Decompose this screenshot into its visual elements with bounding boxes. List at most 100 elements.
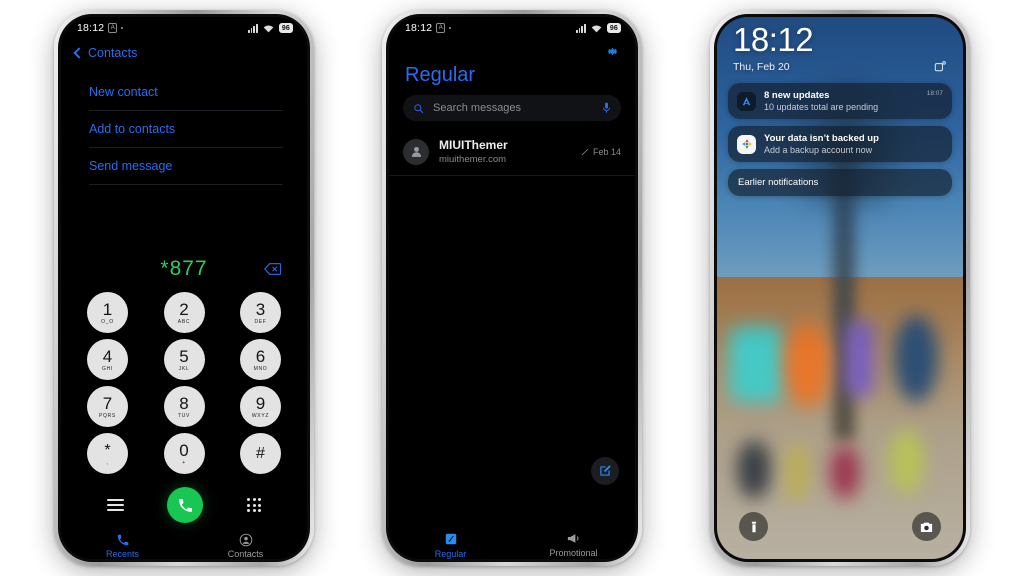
earlier-notifications-card[interactable]: Earlier notifications — [728, 169, 952, 196]
cast-device-icon[interactable] — [934, 60, 947, 73]
dialpad-toggle-icon[interactable] — [247, 498, 262, 512]
back-label: Contacts — [88, 46, 138, 60]
flashlight-icon — [751, 521, 756, 532]
key-letters: DEF — [254, 318, 267, 325]
key-2[interactable]: 2 ABC — [163, 292, 205, 333]
earlier-notifications-label: Earlier notifications — [738, 177, 819, 188]
bottom-nav: Regular Promotional — [389, 532, 635, 559]
regular-messages-icon — [445, 533, 456, 545]
avatar — [403, 138, 429, 165]
notification-text: Earlier notifications — [738, 177, 942, 188]
add-to-contacts-button[interactable]: Add to contacts — [89, 111, 283, 148]
key-digit: 0 — [179, 440, 189, 460]
key-7[interactable]: 7 PQRS — [87, 386, 128, 427]
key-digit: # — [256, 444, 265, 462]
camera-shortcut[interactable] — [912, 512, 941, 541]
lockscreen: 18:12 Thu, Feb 20 8 new updates 10 updat… — [717, 17, 963, 559]
chevron-left-icon — [73, 47, 85, 59]
dialpad-row: 4 GHI 5 JKL 6 MNO — [87, 339, 281, 380]
key-letters: MNO — [253, 365, 268, 372]
call-button[interactable] — [167, 487, 204, 523]
tab-recents[interactable]: Recents — [61, 533, 184, 559]
key-letters: ABC — [177, 318, 191, 325]
tab-contacts[interactable]: Contacts — [184, 533, 307, 559]
phone-device-lockscreen: 18:12 Thu, Feb 20 8 new updates 10 updat… — [710, 10, 970, 566]
key-hash[interactable]: # — [240, 433, 281, 474]
app-store-icon — [737, 91, 756, 111]
phone-screen-messages: 18:12 A 96 Regular Search messages MIUIT… — [389, 17, 635, 559]
phone-screen-dialer: 18:12 A 96 Contacts New contact Add to c… — [61, 17, 307, 559]
status-dot-icon — [449, 27, 452, 29]
key-0[interactable]: 0 + — [163, 433, 205, 474]
phone-screen-lockscreen: 18:12 Thu, Feb 20 8 new updates 10 updat… — [717, 17, 963, 559]
dialpad-row: 1 O_O 2 ABC 3 DEF — [87, 292, 281, 333]
key-digit: 8 — [179, 393, 189, 413]
back-to-contacts-button[interactable]: Contacts — [61, 39, 307, 66]
notification-body: 10 updates total are pending — [764, 102, 879, 112]
page-title: Regular — [405, 64, 476, 86]
gear-icon[interactable] — [606, 45, 619, 58]
battery-icon: 96 — [606, 23, 621, 33]
key-1[interactable]: 1 O_O — [87, 292, 128, 333]
app-store-glyph — [742, 96, 751, 105]
key-8[interactable]: 8 TUV — [163, 386, 205, 427]
tab-regular[interactable]: Regular — [389, 532, 512, 559]
compose-message-button[interactable] — [591, 457, 619, 485]
key-5[interactable]: 5 JKL — [163, 339, 205, 380]
conversation-text: MIUIThemer miuithemer.com — [439, 138, 571, 165]
tab-label: Promotional — [549, 548, 598, 558]
key-letters: GHI — [102, 365, 113, 372]
flashlight-shortcut[interactable] — [739, 512, 768, 541]
key-star[interactable]: * , — [87, 433, 128, 474]
key-digit: 1 — [102, 299, 113, 319]
status-bar-right: 96 — [248, 23, 293, 33]
signal-bars-icon — [248, 23, 258, 33]
dialpad: 1 O_O 2 ABC 3 DEF 4 GHI 5 JKL 6 MNO 7 PQ… — [61, 290, 307, 480]
conversation-list: MIUIThemer miuithemer.com Feb 14 — [389, 129, 635, 176]
phone-icon — [117, 534, 128, 546]
notification-body: Add a backup account now — [764, 145, 873, 155]
lockscreen-header: 18:12 Thu, Feb 20 — [717, 17, 963, 73]
phone-icon — [179, 498, 192, 512]
status-bar-left: 18:12 A — [77, 22, 124, 34]
key-letters: JKL — [178, 365, 190, 372]
key-digit: 3 — [255, 299, 266, 319]
call-action-row — [61, 480, 307, 527]
key-4[interactable]: 4 GHI — [87, 339, 128, 380]
notification-card[interactable]: 8 new updates 10 updates total are pendi… — [728, 83, 952, 119]
status-bar: 18:12 A 96 — [389, 17, 635, 39]
key-9[interactable]: 9 WXYZ — [240, 386, 281, 427]
dialed-number: *877 — [160, 257, 208, 280]
conversation-preview: miuithemer.com — [439, 154, 507, 165]
alarm-icon: A — [436, 23, 446, 33]
phone-device-dialer: 18:12 A 96 Contacts New contact Add to c… — [54, 10, 314, 566]
messages-app: 18:12 A 96 Regular Search messages MIUIT… — [389, 17, 635, 559]
backspace-icon[interactable] — [264, 263, 281, 275]
battery-icon: 96 — [278, 23, 293, 33]
new-contact-button[interactable]: New contact — [89, 74, 283, 111]
tab-label: Recents — [105, 549, 140, 559]
microphone-icon[interactable] — [602, 102, 611, 114]
menu-icon[interactable] — [106, 499, 124, 511]
key-6[interactable]: 6 MNO — [240, 339, 281, 380]
camera-icon — [920, 522, 933, 532]
dialpad-row: * , 0 + # — [87, 433, 281, 474]
search-input[interactable]: Search messages — [433, 102, 593, 114]
megaphone-icon — [567, 534, 579, 543]
notification-list: 8 new updates 10 updates total are pendi… — [717, 73, 963, 196]
search-bar[interactable]: Search messages — [403, 95, 621, 121]
notification-text: Your data isn’t backed up Add a backup a… — [764, 133, 943, 155]
key-letters: PQRS — [99, 412, 116, 419]
contact-icon — [239, 533, 252, 547]
key-digit: 9 — [255, 393, 266, 413]
status-time: 18:12 — [405, 22, 433, 34]
key-digit: * — [104, 441, 111, 459]
key-letters: WXYZ — [251, 412, 270, 419]
tab-promotional[interactable]: Promotional — [512, 532, 635, 559]
phone-mockup-stage: 18:12 A 96 Contacts New contact Add to c… — [0, 0, 1024, 576]
notification-card[interactable]: Your data isn’t backed up Add a backup a… — [728, 126, 952, 162]
key-3[interactable]: 3 DEF — [240, 292, 281, 333]
list-item[interactable]: MIUIThemer miuithemer.com Feb 14 — [389, 129, 635, 176]
send-message-button[interactable]: Send message — [89, 148, 283, 185]
sent-check-icon — [581, 148, 589, 155]
